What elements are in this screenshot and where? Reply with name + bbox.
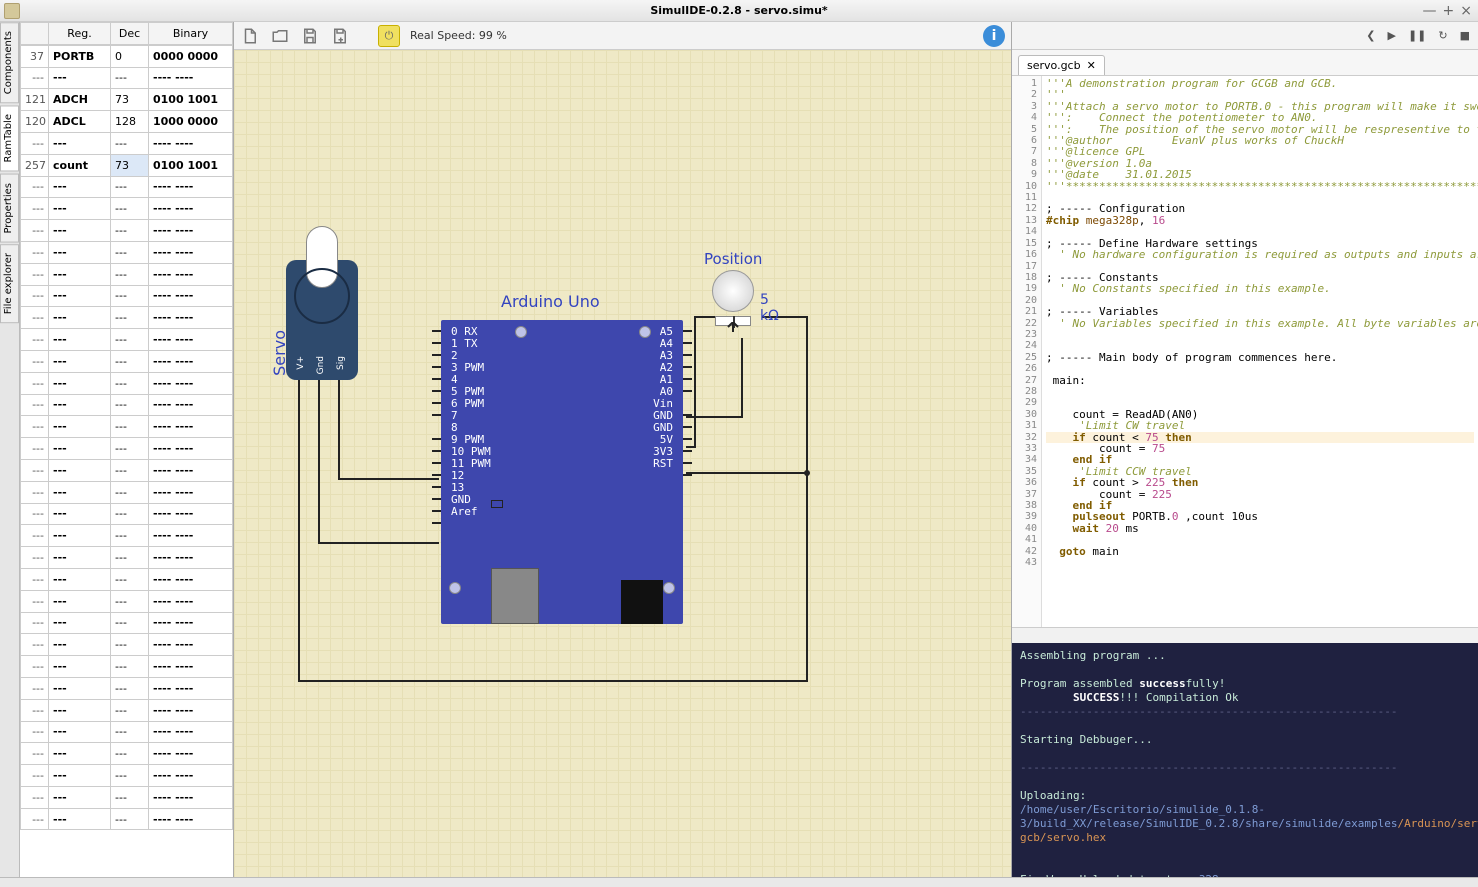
editor-tab-close-icon[interactable]: ✕ <box>1087 59 1096 72</box>
table-row[interactable]: ------------- ---- <box>21 241 233 263</box>
table-row[interactable]: ------------- ---- <box>21 350 233 372</box>
arduino-component[interactable]: Arduino Uno 0 RX1 TX23 PWM45 PWM6 PWM789… <box>441 320 683 624</box>
table-row[interactable]: ------------- ---- <box>21 634 233 656</box>
editor-tab-label: servo.gcb <box>1027 59 1081 72</box>
table-row[interactable]: 121ADCH730100 1001 <box>21 89 233 111</box>
play-icon[interactable]: ▶ <box>1387 29 1395 42</box>
window-minimize[interactable]: — <box>1423 3 1437 19</box>
debug-toolbar: ❮ ▶ ❚❚ ↻ ■ <box>1012 22 1478 50</box>
table-row[interactable]: ------------- ---- <box>21 416 233 438</box>
pot-arrow-icon <box>727 322 739 336</box>
code-body[interactable]: '''A demonstration program for GCGB and … <box>1042 76 1478 627</box>
table-row[interactable]: ------------- ---- <box>21 525 233 547</box>
table-row[interactable]: ------------- ---- <box>21 721 233 743</box>
table-row[interactable]: ------------- ---- <box>21 176 233 198</box>
ram-header-addr[interactable] <box>21 23 49 45</box>
arduino-power-jack <box>621 580 663 624</box>
table-row[interactable]: ------------- ---- <box>21 808 233 830</box>
step-back-icon[interactable]: ❮ <box>1366 29 1375 42</box>
tab-components[interactable]: Components <box>0 22 19 103</box>
table-row[interactable]: ------------- ---- <box>21 656 233 678</box>
output-console[interactable]: Assembling program ... Program assembled… <box>1012 643 1478 877</box>
window-titlebar: SimulIDE-0.2.8 - servo.simu* — + × <box>0 0 1478 22</box>
table-row[interactable]: ------------- ---- <box>21 198 233 220</box>
servo-pin-vplus: V+ <box>296 356 306 370</box>
table-row[interactable]: ------------- ---- <box>21 438 233 460</box>
real-speed-label: Real Speed: 99 % <box>410 29 507 42</box>
window-maximize[interactable]: + <box>1443 3 1455 19</box>
table-row[interactable]: ------------- ---- <box>21 612 233 634</box>
table-row[interactable]: ------------- ---- <box>21 481 233 503</box>
status-bar <box>0 877 1478 887</box>
pot-value-label: 5 kΩ <box>760 292 779 324</box>
tab-ramtable[interactable]: RamTable <box>0 105 19 171</box>
open-circuit-icon[interactable] <box>270 25 290 47</box>
code-gutter: 1 2 3 4 5 6 7 8 9 10 11 12 13 14 15 16 1… <box>1012 76 1042 627</box>
table-row[interactable]: ------------- ---- <box>21 568 233 590</box>
arduino-title: Arduino Uno <box>501 292 600 311</box>
table-row[interactable]: ------------- ---- <box>21 329 233 351</box>
table-row[interactable]: 37PORTB00000 0000 <box>21 45 233 67</box>
stop-icon[interactable]: ■ <box>1460 29 1470 42</box>
ram-table-panel: Reg. Dec Binary 37PORTB00000 0000 -------… <box>20 22 234 877</box>
table-row[interactable]: ------------- ---- <box>21 459 233 481</box>
reload-icon[interactable]: ↻ <box>1438 29 1447 42</box>
code-editor[interactable]: 1 2 3 4 5 6 7 8 9 10 11 12 13 14 15 16 1… <box>1012 76 1478 627</box>
table-row[interactable]: ------------- ---- <box>21 220 233 242</box>
table-row[interactable]: 257count730100 1001 <box>21 154 233 176</box>
info-button[interactable]: i <box>983 25 1005 47</box>
pot-title: Position <box>704 250 762 268</box>
table-row[interactable]: ------------- ---- <box>21 786 233 808</box>
table-row[interactable]: ------------- ---- <box>21 307 233 329</box>
servo-pin-gnd: Gnd <box>316 356 326 374</box>
table-row[interactable]: ------------- ---- <box>21 677 233 699</box>
ram-header-dec[interactable]: Dec <box>111 23 149 45</box>
table-row[interactable]: ------------- ---- <box>21 547 233 569</box>
window-close[interactable]: × <box>1460 3 1472 19</box>
arduino-led-icon <box>491 500 503 508</box>
servo-component[interactable]: Servo V+ Gnd Sig <box>286 260 358 380</box>
app-icon <box>4 3 20 19</box>
tab-properties[interactable]: Properties <box>0 174 19 243</box>
tab-file-explorer[interactable]: File explorer <box>0 244 19 323</box>
window-title: SimulIDE-0.2.8 - servo.simu* <box>650 4 827 17</box>
saveas-circuit-icon[interactable] <box>330 25 350 47</box>
table-row[interactable]: ------------- ---- <box>21 285 233 307</box>
ram-header-reg[interactable]: Reg. <box>49 23 111 45</box>
table-row[interactable]: 120ADCL1281000 0000 <box>21 111 233 133</box>
potentiometer-component[interactable]: Position 5 kΩ <box>704 250 762 326</box>
servo-pin-sig: Sig <box>336 356 346 370</box>
table-row[interactable]: ------------- ---- <box>21 132 233 154</box>
save-circuit-icon[interactable] <box>300 25 320 47</box>
table-row[interactable]: ------------- ---- <box>21 372 233 394</box>
circuit-canvas[interactable]: Servo V+ Gnd Sig Arduino Uno <box>234 50 1011 877</box>
canvas-toolbar: ⏻ Real Speed: 99 % i <box>234 22 1011 50</box>
pause-icon[interactable]: ❚❚ <box>1408 29 1426 42</box>
table-row[interactable]: ------------- ---- <box>21 699 233 721</box>
table-row[interactable]: ------------- ---- <box>21 765 233 787</box>
table-row[interactable]: ------------- ---- <box>21 67 233 89</box>
new-circuit-icon[interactable] <box>240 25 260 47</box>
power-button[interactable]: ⏻ <box>378 25 400 47</box>
table-row[interactable]: ------------- ---- <box>21 743 233 765</box>
ram-header-bin[interactable]: Binary <box>149 23 233 45</box>
arduino-usb-port <box>491 568 539 624</box>
table-row[interactable]: ------------- ---- <box>21 394 233 416</box>
table-row[interactable]: ------------- ---- <box>21 503 233 525</box>
sidepanel-tabs: Components RamTable Properties File expl… <box>0 22 20 877</box>
editor-tab[interactable]: servo.gcb ✕ <box>1018 55 1105 75</box>
pot-knob[interactable] <box>712 270 754 312</box>
table-row[interactable]: ------------- ---- <box>21 590 233 612</box>
table-row[interactable]: ------------- ---- <box>21 263 233 285</box>
